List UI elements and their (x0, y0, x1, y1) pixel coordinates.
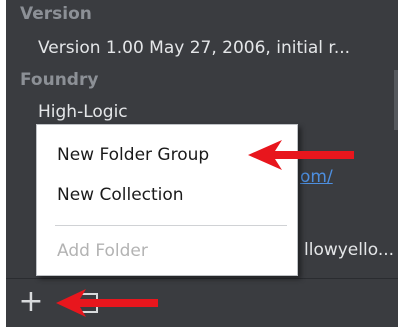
partial-info-text: llowyello... (304, 240, 395, 260)
menu-separator (55, 225, 287, 226)
menu-item-add-folder: Add Folder (57, 241, 148, 261)
foundry-value: High-Logic (38, 102, 128, 122)
menu-item-new-folder-group[interactable]: New Folder Group (57, 145, 209, 165)
menu-item-new-collection[interactable]: New Collection (57, 185, 184, 205)
add-button[interactable]: + (16, 287, 46, 317)
foundry-label: Foundry (20, 70, 99, 90)
version-label: Version (20, 4, 92, 24)
panel-scrollbar[interactable] (394, 70, 398, 130)
annotation-arrow-icon (56, 289, 158, 317)
annotation-arrow-icon (248, 140, 354, 170)
version-value: Version 1.00 May 27, 2006, initial r... (38, 38, 351, 58)
